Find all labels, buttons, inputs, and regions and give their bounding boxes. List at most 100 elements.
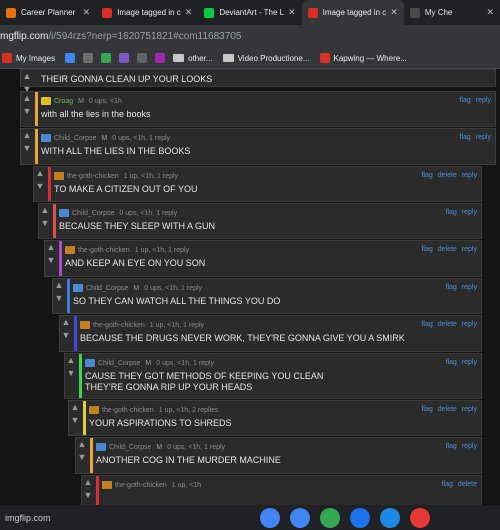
downvote-icon[interactable]: ▼: [67, 367, 76, 380]
username-link[interactable]: Croag: [54, 98, 73, 105]
avatar[interactable]: [80, 321, 90, 329]
downvote-icon[interactable]: ▼: [62, 329, 71, 342]
avatar[interactable]: [96, 443, 106, 451]
avatar[interactable]: [89, 406, 99, 414]
reply-link[interactable]: reply: [476, 97, 491, 104]
flag-link[interactable]: flag: [446, 443, 457, 450]
avatar[interactable]: [73, 284, 83, 292]
drive-icon[interactable]: [350, 508, 370, 528]
downvote-icon[interactable]: ▼: [23, 105, 32, 118]
reply-link[interactable]: reply: [462, 406, 477, 413]
avatar[interactable]: [41, 134, 51, 142]
flag-link[interactable]: flag: [421, 321, 432, 328]
close-icon[interactable]: ✕: [83, 7, 91, 18]
flag-link[interactable]: flag: [446, 209, 457, 216]
avatar[interactable]: [85, 359, 95, 367]
flag-link[interactable]: flag: [446, 359, 457, 366]
downvote-icon[interactable]: ▼: [23, 142, 32, 155]
bookmark-item[interactable]: [65, 53, 79, 63]
downvote-icon[interactable]: ▼: [36, 180, 45, 193]
username-link[interactable]: Child_Corpse: [109, 444, 151, 451]
browser-tab[interactable]: DeviantArt - The L ✕: [198, 0, 301, 25]
bookmark-item[interactable]: [83, 53, 97, 63]
avatar[interactable]: [41, 97, 51, 105]
downvote-icon[interactable]: ▼: [78, 451, 87, 464]
close-icon[interactable]: ✕: [288, 7, 296, 18]
upvote-icon[interactable]: ▲: [23, 70, 32, 83]
delete-link[interactable]: delete: [438, 406, 457, 413]
flag-link[interactable]: flag: [421, 406, 432, 413]
upvote-icon[interactable]: ▲: [23, 129, 32, 142]
address-bar[interactable]: mgflip.com/i/594rzs?nerp=1620751821#com1…: [0, 25, 500, 48]
bookmark-item[interactable]: Kapwing — Where...: [319, 53, 407, 63]
avatar[interactable]: [102, 481, 112, 489]
flag-link[interactable]: flag: [421, 246, 432, 253]
browser-tab[interactable]: Image tagged in c ✕: [301, 0, 404, 25]
reply-link[interactable]: reply: [462, 284, 477, 291]
flag-link[interactable]: flag: [460, 134, 471, 141]
bookmark-item[interactable]: [119, 53, 133, 63]
downvote-icon[interactable]: ▼: [41, 217, 50, 230]
flag-link[interactable]: flag: [442, 481, 453, 488]
username-link[interactable]: Child_Corpse: [72, 210, 114, 217]
flag-link[interactable]: flag: [446, 284, 457, 291]
files-icon[interactable]: [380, 508, 400, 528]
upvote-icon[interactable]: ▲: [62, 316, 71, 329]
chrome-icon[interactable]: [260, 508, 280, 528]
upvote-icon[interactable]: ▲: [47, 241, 56, 254]
close-icon[interactable]: ✕: [390, 7, 398, 18]
reply-link[interactable]: reply: [462, 443, 477, 450]
bookmark-item[interactable]: [155, 53, 169, 63]
reply-link[interactable]: reply: [462, 359, 477, 366]
url-text[interactable]: mgflip.com/i/594rzs?nerp=1620751821#com1…: [0, 31, 241, 42]
browser-tab[interactable]: My Che ✕: [404, 0, 500, 25]
upvote-icon[interactable]: ▲: [55, 279, 64, 292]
upvote-icon[interactable]: ▲: [78, 438, 87, 451]
upvote-icon[interactable]: ▲: [41, 204, 50, 217]
reply-link[interactable]: reply: [476, 134, 491, 141]
upvote-icon[interactable]: ▲: [84, 476, 93, 489]
downvote-icon[interactable]: ▼: [84, 489, 93, 502]
username-link[interactable]: the-goth-chicken: [93, 322, 145, 329]
close-icon[interactable]: ✕: [185, 7, 193, 18]
avatar[interactable]: [59, 209, 69, 217]
username-link[interactable]: Child_Corpse: [86, 285, 128, 292]
music-icon[interactable]: [410, 508, 430, 528]
username-link[interactable]: the-goth-chicken: [102, 407, 154, 414]
username-link[interactable]: the-goth-chicken: [78, 247, 130, 254]
flag-link[interactable]: flag: [421, 172, 432, 179]
bookmark-item[interactable]: [101, 53, 115, 63]
downvote-icon[interactable]: ▼: [47, 254, 56, 267]
bookmark-item[interactable]: other...: [173, 54, 213, 63]
username-link[interactable]: Child_Corpse: [98, 360, 140, 367]
classroom-icon[interactable]: [320, 508, 340, 528]
downvote-icon[interactable]: ▼: [71, 414, 80, 427]
delete-link[interactable]: delete: [458, 481, 477, 488]
reply-link[interactable]: reply: [462, 172, 477, 179]
avatar[interactable]: [65, 246, 75, 254]
username-link[interactable]: Child_Corpse: [54, 135, 96, 142]
upvote-icon[interactable]: ▲: [71, 401, 80, 414]
flag-link[interactable]: flag: [460, 97, 471, 104]
browser-tab[interactable]: Image tagged in c ✕: [96, 0, 198, 25]
bookmark-item[interactable]: My Images: [2, 53, 55, 63]
reply-link[interactable]: reply: [462, 209, 477, 216]
reply-link[interactable]: reply: [462, 321, 477, 328]
delete-link[interactable]: delete: [438, 246, 457, 253]
downvote-icon[interactable]: ▼: [55, 292, 64, 305]
close-icon[interactable]: ✕: [486, 7, 494, 18]
delete-link[interactable]: delete: [438, 172, 457, 179]
bookmark-item[interactable]: Video Productione...: [222, 54, 310, 63]
username-link[interactable]: the-goth-chicken: [115, 482, 167, 489]
reply-link[interactable]: reply: [462, 246, 477, 253]
username-link[interactable]: the-goth-chicken: [67, 173, 119, 180]
browser-tab[interactable]: Career Planner ✕: [0, 0, 96, 25]
comment-meta: 1 up, <1h, 1 reply: [134, 246, 190, 254]
bookmark-item[interactable]: [137, 53, 151, 63]
docs-icon[interactable]: [290, 508, 310, 528]
upvote-icon[interactable]: ▲: [36, 167, 45, 180]
delete-link[interactable]: delete: [438, 321, 457, 328]
upvote-icon[interactable]: ▲: [67, 354, 76, 367]
upvote-icon[interactable]: ▲: [23, 92, 32, 105]
avatar[interactable]: [54, 172, 64, 180]
